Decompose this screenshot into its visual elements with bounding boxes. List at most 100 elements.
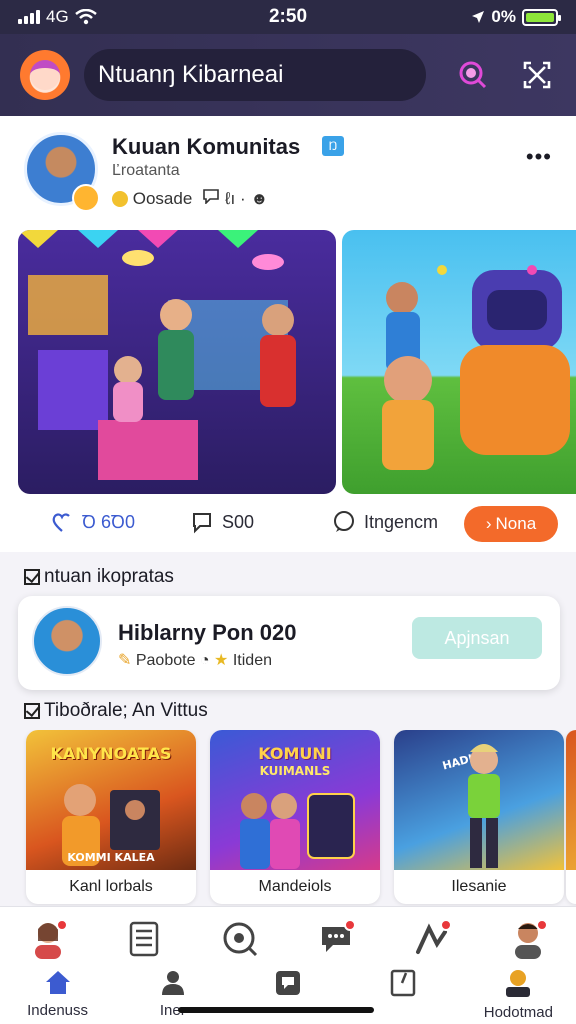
chat-square-icon xyxy=(275,971,300,995)
more-options-icon[interactable]: ••• xyxy=(526,144,552,170)
game-art-subtitle: KUIMANLS xyxy=(259,764,331,778)
app-logo[interactable] xyxy=(20,50,70,100)
tab-library[interactable] xyxy=(353,969,453,1021)
join-button[interactable]: Apjnsan xyxy=(412,617,542,659)
home-indicator[interactable] xyxy=(178,1007,374,1013)
speech-bubble-icon xyxy=(334,511,354,532)
profile-name: Kuuan Komunitas xyxy=(112,134,301,159)
verified-badge: Ŋ xyxy=(322,136,344,156)
clock: 2:50 xyxy=(268,6,308,27)
meta-right: Itiden xyxy=(232,652,272,669)
game-label: Kanl lorbals xyxy=(69,878,153,895)
game-art-subtitle: KOMMI KALEA xyxy=(67,851,155,864)
game-carousel: KANYNOATAS KOMMI KALEA Kanl lorbals KOMU… xyxy=(0,730,576,906)
game-art xyxy=(566,730,576,870)
wifi-icon xyxy=(74,9,97,25)
coin-icon xyxy=(112,191,128,208)
profile-subtitle: Ľroatanta xyxy=(112,162,180,179)
like-button[interactable]: Ꝺ 6Ꝺ0 xyxy=(50,510,135,534)
profile-card: Kuuan Komunitas Ŋ Ľroatanta Oosade ℓı · … xyxy=(0,116,576,226)
game-card-partial[interactable] xyxy=(566,730,576,904)
section-title-communities: ntuan ikopratas xyxy=(24,566,174,588)
game-art-title: KANYNOATAS xyxy=(50,744,172,763)
section-title-text: Tiboðrale; An Vittus xyxy=(44,700,208,721)
gallery-image-arcade[interactable] xyxy=(18,230,336,494)
primary-action-label: Nona xyxy=(495,514,537,533)
tab-profile[interactable]: Hodotmad xyxy=(468,969,568,1021)
primary-action-button[interactable]: › Nona xyxy=(464,506,558,542)
game-art: HADIDI xyxy=(394,730,564,870)
quick-actions-row xyxy=(0,917,576,961)
game-card[interactable]: KOMUNI KUIMANLS Mandeiols xyxy=(210,730,380,904)
checkbox-icon xyxy=(24,569,40,585)
arrow-right-icon: › xyxy=(485,514,492,533)
pencil-icon: ✎ xyxy=(118,652,132,669)
star-icon: ★ xyxy=(214,652,229,669)
app-header: Ntuanŋ Kibarneai xyxy=(0,34,576,116)
meta-left: Paobote xyxy=(135,652,196,669)
tab-home[interactable]: Indenuss xyxy=(8,969,108,1021)
document-icon[interactable] xyxy=(122,917,166,961)
game-label: Ilesanie xyxy=(451,878,507,895)
location-arrow-icon xyxy=(472,11,485,23)
count-label: ℓı xyxy=(225,189,236,208)
message-button[interactable]: Itngencm xyxy=(332,510,438,534)
media-gallery xyxy=(0,226,576,498)
game-art-title: KOMUNI xyxy=(258,744,332,763)
battery-icon xyxy=(522,8,561,26)
game-label: Mandeiols xyxy=(258,878,332,895)
tab-chat[interactable] xyxy=(238,969,338,1021)
tab-people[interactable]: Iner xyxy=(123,969,223,1021)
activity-icon[interactable] xyxy=(410,917,454,961)
game-art: KOMUNI KUIMANLS xyxy=(210,730,380,870)
heart-icon xyxy=(52,513,70,532)
profile-icon xyxy=(506,970,531,997)
chat-icon xyxy=(203,189,220,205)
comment-count: S00 xyxy=(222,511,255,532)
expand-icon[interactable] xyxy=(520,58,554,92)
search-input[interactable]: Ntuanŋ Kibarneai xyxy=(84,49,426,101)
chat-icon: ◔ xyxy=(199,652,210,669)
status-bar: 4G 2:50 0% xyxy=(0,0,576,34)
like-count: Ꝺ 6Ꝺ0 xyxy=(82,512,135,532)
game-art: KANYNOATAS KOMMI KALEA xyxy=(26,730,196,870)
notification-dot xyxy=(536,919,548,931)
notification-dot xyxy=(56,919,68,931)
search-text: Ntuanŋ Kibarneai xyxy=(98,61,284,88)
comment-icon xyxy=(193,513,211,534)
notification-dot xyxy=(440,919,452,931)
friend-avatar-icon[interactable] xyxy=(506,917,550,961)
comment-button[interactable]: S00 xyxy=(190,510,254,534)
game-card[interactable]: KANYNOATAS KOMMI KALEA Kanl lorbals xyxy=(26,730,196,904)
profile-meta: Oosade ℓı · ☻ xyxy=(112,188,268,209)
person-icon xyxy=(161,971,184,995)
message-label: Itngencm xyxy=(364,511,439,532)
search-chat-icon[interactable] xyxy=(218,917,262,961)
emoji-icon: ☻ xyxy=(250,189,269,208)
carrier-label: 4G xyxy=(46,7,69,26)
book-icon xyxy=(390,969,416,997)
separator: · xyxy=(239,189,246,208)
home-icon xyxy=(45,971,70,994)
tab-label: Indenuss xyxy=(27,1002,89,1019)
user-avatar-icon[interactable] xyxy=(26,917,70,961)
tab-label: Hodotmad xyxy=(483,1004,553,1021)
signal-icon xyxy=(18,10,40,24)
section-title-text: ntuan ikopratas xyxy=(44,566,174,587)
avatar-badge xyxy=(72,184,100,212)
search-icon[interactable] xyxy=(456,58,490,92)
game-card[interactable]: HADIDI Ilesanie xyxy=(394,730,564,904)
section-title-games: Tiboðrale; An Vittus xyxy=(24,700,208,722)
checkbox-icon xyxy=(24,703,40,719)
battery-percent: 0% xyxy=(491,7,516,26)
coins-label: Oosade xyxy=(132,188,193,208)
gallery-image-robot[interactable] xyxy=(342,230,576,494)
community-title: Hiblarny Pon 020 xyxy=(118,620,297,645)
notification-dot xyxy=(344,919,356,931)
community-card[interactable]: Hiblarny Pon 020 ✎ Paobote ◔ ★ Itiden Ap… xyxy=(18,596,560,690)
community-avatar xyxy=(32,606,102,676)
tab-bar: Indenuss Iner Hodotmad xyxy=(0,969,576,1021)
post-actions: Ꝺ 6Ꝺ0 S00 Itngencm › Nona xyxy=(0,498,576,552)
community-meta: ✎ Paobote ◔ ★ Itiden xyxy=(118,650,272,670)
messages-icon[interactable] xyxy=(314,917,358,961)
